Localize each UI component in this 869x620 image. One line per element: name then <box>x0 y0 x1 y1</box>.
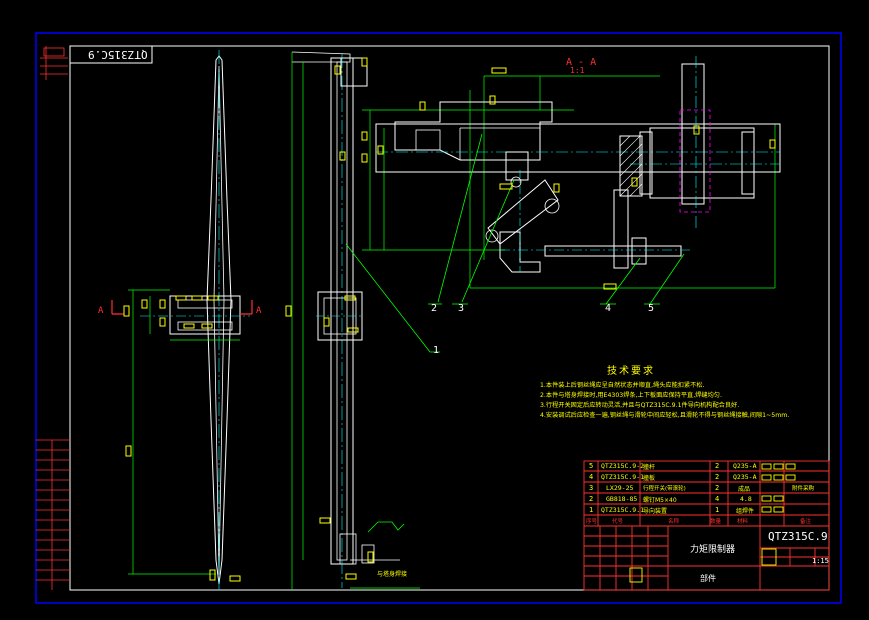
dimension-markers <box>123 57 776 582</box>
cut-mark-left: A <box>98 306 104 316</box>
bom-no: 1 <box>589 506 594 514</box>
bom-code: QTZ315C.9-2 <box>601 462 645 470</box>
bom-header-remark: 备注 <box>800 519 812 525</box>
bom-qty: 4 <box>715 495 720 503</box>
bom-no: 3 <box>589 484 594 492</box>
bom-material: 4.8 <box>740 495 752 503</box>
middle-elevation-view <box>291 51 440 590</box>
drawing-code: QTZ315C.9 <box>768 530 828 543</box>
note-item-2: 2.本件与塔身焊接时,用E4303焊条,上下板面应保持平直,焊缝均匀. <box>540 392 722 399</box>
code-stamp: QTZ315C.9 <box>88 48 148 61</box>
left-elevation-view <box>111 50 253 590</box>
bom-code: GB818-85 <box>606 495 638 503</box>
bom-header-no: 序号 <box>586 519 598 525</box>
bom-header-name: 名称 <box>668 519 680 525</box>
bom-header-material: 材料 <box>737 519 749 525</box>
bom-code: QTZ315C.9-1 <box>601 473 645 481</box>
weld-note: 与塔身焊接 <box>377 571 408 578</box>
bom-code: LX29-25 <box>606 484 634 492</box>
bom-name: 撞杆 <box>643 464 656 471</box>
note-item-4: 4.安装调试后应检查一遍,钢丝绳与滑轮中间应轻松,且滑轮不得与钢丝绳接触,间隙1… <box>540 412 790 419</box>
bom-remark: 附件采购 <box>792 486 815 492</box>
sheet-type: 部件 <box>700 574 716 583</box>
bom-material: 成品 <box>738 486 751 493</box>
callout-5: 5 <box>648 303 655 314</box>
bom-name: 撞板 <box>643 475 656 482</box>
callout-4: 4 <box>605 303 612 314</box>
section-a-a-view <box>362 56 781 305</box>
section-scale: 1:1 <box>570 66 585 75</box>
drawing-title: 力矩限制器 <box>690 545 736 555</box>
bom-qty: 2 <box>715 484 720 492</box>
bom-material: 组焊件 <box>736 508 755 515</box>
note-item-3: 3.行程开关固定后应转动灵活,并且与QTZ315C.9.1件导向机构配合良好. <box>540 402 740 409</box>
bom-qty: 1 <box>715 506 720 514</box>
cut-mark-right: A <box>256 306 262 316</box>
bom-no: 4 <box>589 473 594 481</box>
note-item-1: 1.本件装上后钢丝绳应呈自然状态并顺直,绳头应能扣紧不松. <box>540 382 705 389</box>
bom-material: Q235-A <box>733 473 757 481</box>
bom-name: 螺钉M5×40 <box>643 497 677 504</box>
bom-code: QTZ315C.9.1 <box>601 506 645 514</box>
bom-qty: 2 <box>715 473 720 481</box>
drawing-scale: 1:15 <box>812 557 829 565</box>
bom-qty: 2 <box>715 462 720 470</box>
notes-heading: 技术要求 <box>607 366 655 377</box>
bom-no: 5 <box>589 462 594 470</box>
callout-3: 3 <box>458 303 465 314</box>
bom-name: 行程开关(带滚轮) <box>643 486 686 492</box>
bom-no: 2 <box>589 495 594 503</box>
callout-1: 1 <box>433 345 440 356</box>
bom-header-qty: 数量 <box>710 519 722 525</box>
left-margin-strip <box>36 46 70 590</box>
bom-material: Q235-A <box>733 462 757 470</box>
bom-header-code: 代号 <box>612 519 624 525</box>
bom-name: 导向装置 <box>643 508 668 515</box>
callout-2: 2 <box>431 303 438 314</box>
